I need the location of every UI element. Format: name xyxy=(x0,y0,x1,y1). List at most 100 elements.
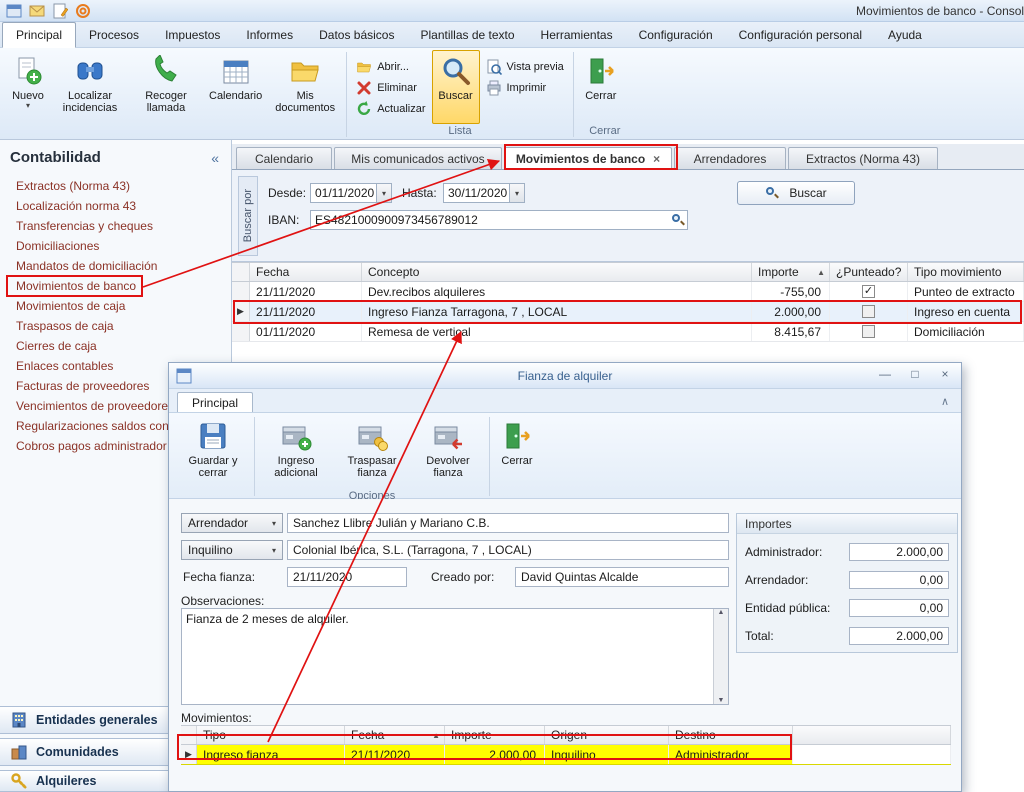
movimiento-row-highlighted[interactable]: ▶ Ingreso fianza 21/11/2020 2.000,00 Inq… xyxy=(181,745,951,765)
call-record-icon[interactable] xyxy=(75,3,91,19)
total-amount[interactable]: 2.000,00 xyxy=(849,627,949,645)
scroll-up-icon[interactable]: ▲ xyxy=(718,609,725,616)
notes-icon[interactable] xyxy=(52,3,68,19)
iban-input[interactable]: ES4821000900973456789012 xyxy=(310,210,688,230)
imprimir-button[interactable]: Imprimir xyxy=(480,77,570,98)
window-titlebar: Movimientos de banco - Consola AB xyxy=(0,0,1024,22)
column-header-punteado[interactable]: ¿Punteado? xyxy=(830,263,908,281)
form-icon xyxy=(176,368,192,384)
menu-tab-herramientas[interactable]: Herramientas xyxy=(528,23,626,47)
mis-documentos-button[interactable]: Mis documentos xyxy=(267,50,343,124)
abrir-button[interactable]: Abrir... xyxy=(350,56,431,77)
tab-calendario[interactable]: Calendario xyxy=(236,147,332,169)
tab-extractos-norma-43[interactable]: Extractos (Norma 43) xyxy=(788,147,938,169)
menu-tab-principal[interactable]: Principal xyxy=(2,22,76,48)
sidebar-item-transferencias-y-cheques[interactable]: Transferencias y cheques xyxy=(0,216,232,236)
column-header-fecha[interactable]: Fecha xyxy=(250,263,362,281)
fecha-fianza-input[interactable]: 21/11/2020 xyxy=(287,567,407,587)
menu-tab-plantillas-de-texto[interactable]: Plantillas de texto xyxy=(407,23,527,47)
column-header-importe[interactable]: Importe▲ xyxy=(752,263,830,281)
desde-date-input[interactable]: 01/11/2020 ▾ xyxy=(310,183,392,203)
traspasar-fianza-button[interactable]: Traspasar fianza xyxy=(334,415,410,489)
menu-tab-configuracion-personal[interactable]: Configuración personal xyxy=(726,23,875,47)
recoger-llamada-button[interactable]: Recoger llamada xyxy=(128,50,204,124)
buscar-por-label: Buscar por xyxy=(242,189,254,242)
mail-icon[interactable] xyxy=(29,3,45,19)
menu-tab-procesos[interactable]: Procesos xyxy=(76,23,152,47)
sidebar-item-cierres-de-caja[interactable]: Cierres de caja xyxy=(0,336,232,356)
cerrar-button[interactable]: Cerrar xyxy=(577,50,625,124)
restore-icon[interactable]: □ xyxy=(907,367,923,381)
hasta-date-input[interactable]: 30/11/2020 ▾ xyxy=(443,183,525,203)
entidad-publica-amount[interactable]: 0,00 xyxy=(849,599,949,617)
sidebar-item-extractos-norma-43[interactable]: Extractos (Norma 43) xyxy=(0,176,232,196)
creado-por-input[interactable]: David Quintas Alcalde xyxy=(515,567,729,587)
observaciones-scrollbar[interactable]: ▲ ▼ xyxy=(713,609,728,704)
app-icon[interactable] xyxy=(6,3,22,19)
collapse-ribbon-icon[interactable]: ∧ xyxy=(941,395,949,408)
phone-icon xyxy=(150,55,182,87)
sidebar-item-movimientos-de-banco[interactable]: Movimientos de banco xyxy=(0,276,232,296)
menu-tab-informes[interactable]: Informes xyxy=(233,23,306,47)
sidebar-item-traspasos-de-caja[interactable]: Traspasos de caja xyxy=(0,316,232,336)
column-header-destino[interactable]: Destino xyxy=(669,726,793,744)
desde-dropdown-icon[interactable]: ▾ xyxy=(376,184,391,202)
punteado-checkbox[interactable] xyxy=(862,325,875,338)
column-header-tipo-movimiento[interactable]: Tipo movimiento xyxy=(908,263,1024,281)
column-header-importe[interactable]: Importe xyxy=(445,726,545,744)
dialog-cerrar-button[interactable]: Cerrar xyxy=(493,415,541,489)
arrendador-input[interactable]: Sanchez Llibre Julián y Mariano C.B. xyxy=(287,513,729,533)
menu-tab-datos-basicos[interactable]: Datos básicos xyxy=(306,23,407,47)
table-row[interactable]: 01/11/2020 Remesa de vertical 8.415,67 D… xyxy=(232,322,1024,342)
sidebar-item-domiciliaciones[interactable]: Domiciliaciones xyxy=(0,236,232,256)
localizar-incidencias-button[interactable]: Localizar incidencias xyxy=(52,50,128,124)
cell-destino: Administrador xyxy=(669,745,793,764)
nuevo-button[interactable]: Nuevo ▾ xyxy=(4,50,52,124)
column-header-fecha[interactable]: Fecha▲ xyxy=(345,726,445,744)
arrendador-amount[interactable]: 0,00 xyxy=(849,571,949,589)
menu-tab-ayuda[interactable]: Ayuda xyxy=(875,23,935,47)
menu-tab-impuestos[interactable]: Impuestos xyxy=(152,23,233,47)
minimize-icon[interactable]: — xyxy=(877,367,893,381)
guardar-y-cerrar-button[interactable]: Guardar y cerrar xyxy=(175,415,251,489)
hasta-dropdown-icon[interactable]: ▾ xyxy=(509,184,524,202)
total-label: Total: xyxy=(745,629,774,643)
sidebar-item-movimientos-de-caja[interactable]: Movimientos de caja xyxy=(0,296,232,316)
buscar-button[interactable]: Buscar xyxy=(432,50,480,124)
vista-previa-button[interactable]: Vista previa xyxy=(480,56,570,77)
buscar-button-panel[interactable]: Buscar xyxy=(737,181,855,205)
administrador-amount[interactable]: 2.000,00 xyxy=(849,543,949,561)
window-controls: — □ × xyxy=(877,367,953,381)
calendario-button[interactable]: Calendario xyxy=(204,50,267,124)
key-icon xyxy=(10,772,28,790)
column-header-tipo[interactable]: Tipo xyxy=(197,726,345,744)
close-tab-icon[interactable]: × xyxy=(653,152,660,166)
eliminar-button[interactable]: Eliminar xyxy=(350,77,431,98)
arrendador-combo[interactable]: Arrendador ▾ xyxy=(181,513,283,533)
ingreso-adicional-button[interactable]: Ingreso adicional xyxy=(258,415,334,489)
table-row-selected[interactable]: ▶ 21/11/2020 Ingreso Fianza Tarragona, 7… xyxy=(232,302,1024,322)
sidebar-item-localizacion-norma-43[interactable]: Localización norma 43 xyxy=(0,196,232,216)
inquilino-input[interactable]: Colonial Ibérica, S.L. (Tarragona, 7 , L… xyxy=(287,540,729,560)
tab-mis-comunicados-activos[interactable]: Mis comunicados activos xyxy=(334,147,502,169)
dialog-tab-principal[interactable]: Principal xyxy=(177,392,253,412)
tab-arrendadores[interactable]: Arrendadores xyxy=(674,147,786,169)
column-header-origen[interactable]: Origen xyxy=(545,726,669,744)
scroll-down-icon[interactable]: ▼ xyxy=(718,697,725,704)
calendar-icon xyxy=(220,55,252,87)
table-row[interactable]: 21/11/2020 Dev.recibos alquileres -755,0… xyxy=(232,282,1024,302)
actualizar-button[interactable]: Actualizar xyxy=(350,98,431,119)
collapse-sidebar-icon[interactable]: « xyxy=(211,150,219,166)
inquilino-combo[interactable]: Inquilino ▾ xyxy=(181,540,283,560)
fianza-de-alquiler-dialog: Fianza de alquiler — □ × Principal ∧ Gua… xyxy=(168,362,962,792)
punteado-checkbox[interactable]: ✓ xyxy=(862,285,875,298)
iban-search-icon[interactable] xyxy=(671,213,685,227)
sidebar-item-mandatos-de-domiciliacion[interactable]: Mandatos de domiciliación xyxy=(0,256,232,276)
punteado-checkbox[interactable] xyxy=(862,305,875,318)
menu-tab-configuracion[interactable]: Configuración xyxy=(626,23,726,47)
observaciones-textarea[interactable]: Fianza de 2 meses de alquiler. ▲ ▼ xyxy=(181,608,729,705)
devolver-fianza-button[interactable]: Devolver fianza xyxy=(410,415,486,489)
column-header-concepto[interactable]: Concepto xyxy=(362,263,752,281)
close-icon[interactable]: × xyxy=(937,367,953,381)
tab-movimientos-de-banco[interactable]: Movimientos de banco × xyxy=(504,147,672,169)
